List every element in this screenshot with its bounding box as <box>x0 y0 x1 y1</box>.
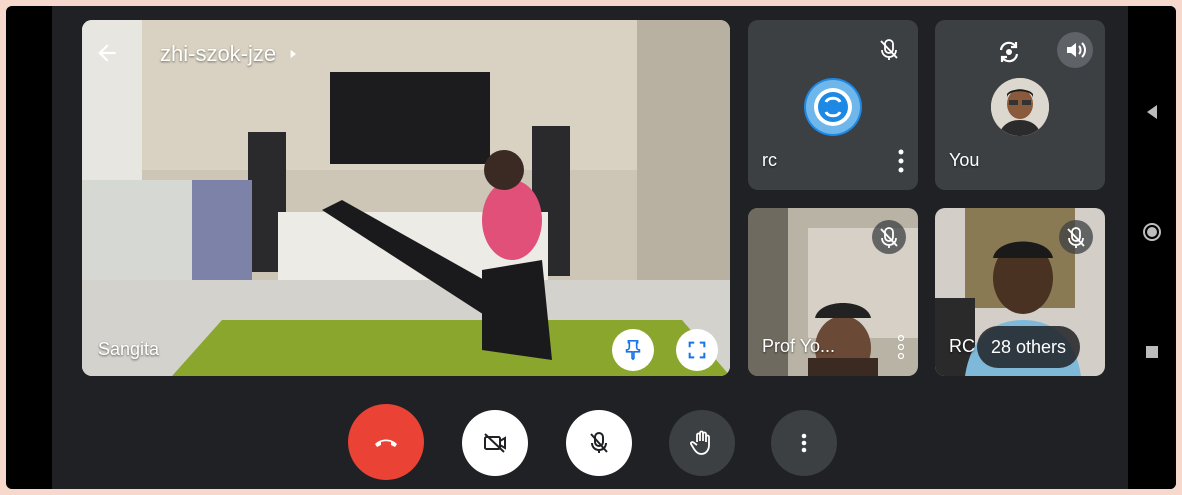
phone-frame: zhi-szok-jze Sangita rc You Prof Yo... R… <box>6 6 1176 489</box>
camera-toggle-button[interactable] <box>462 410 528 476</box>
mic-off-indicator <box>872 220 906 254</box>
nav-recents-icon[interactable] <box>1142 342 1162 362</box>
meeting-code[interactable]: zhi-szok-jze <box>160 41 300 67</box>
raise-hand-button[interactable] <box>669 410 735 476</box>
raise-hand-icon <box>690 430 710 455</box>
tile-more-options-icon[interactable] <box>896 148 906 174</box>
more-options-button[interactable] <box>771 410 837 476</box>
back-arrow-icon[interactable] <box>94 40 120 66</box>
participant-name: You <box>949 150 980 170</box>
pin-button[interactable] <box>612 329 654 371</box>
participant-name: rc <box>762 150 777 170</box>
fullscreen-button[interactable] <box>676 329 718 371</box>
camera-off-icon <box>484 433 506 453</box>
main-video-feed <box>82 20 730 376</box>
switch-camera-icon <box>999 41 1019 63</box>
mic-off-icon <box>1067 227 1085 248</box>
avatar <box>991 78 1049 136</box>
participant-tile-you[interactable]: You <box>935 20 1105 190</box>
participant-tile-others[interactable]: RC 28 others <box>935 208 1105 376</box>
speaker-icon <box>1067 42 1086 58</box>
participant-tile-prof[interactable]: Prof Yo... <box>748 208 918 376</box>
main-participant-name: Sangita <box>98 339 160 359</box>
fullscreen-icon <box>688 341 706 359</box>
meet-screen: zhi-szok-jze Sangita rc You Prof Yo... R… <box>52 6 1128 489</box>
end-call-icon <box>375 439 397 447</box>
nav-back-icon[interactable] <box>1142 102 1162 122</box>
pin-icon <box>625 340 641 361</box>
others-badge[interactable]: 28 others <box>977 326 1081 368</box>
switch-camera-button[interactable] <box>993 36 1025 68</box>
avatar <box>804 78 862 136</box>
mic-off-icon <box>880 39 898 60</box>
caret-right-icon <box>290 49 297 59</box>
mic-off-icon <box>590 432 608 453</box>
end-call-button[interactable] <box>348 404 424 480</box>
speaker-button[interactable] <box>1057 32 1093 68</box>
participant-name: Prof Yo... <box>762 336 836 356</box>
participant-name: RC <box>949 336 975 356</box>
more-vertical-icon <box>801 433 807 453</box>
meeting-code-label: zhi-szok-jze <box>160 41 277 66</box>
mic-off-indicator <box>872 32 906 66</box>
android-nav-bar <box>1128 6 1176 489</box>
tile-more-options-icon[interactable] <box>896 334 906 360</box>
mic-off-icon <box>880 227 898 248</box>
mic-toggle-button[interactable] <box>566 410 632 476</box>
main-video-tile[interactable]: zhi-szok-jze Sangita <box>82 20 730 376</box>
nav-home-icon[interactable] <box>1142 222 1162 242</box>
mic-off-indicator <box>1059 220 1093 254</box>
participant-tile-rc[interactable]: rc <box>748 20 918 190</box>
